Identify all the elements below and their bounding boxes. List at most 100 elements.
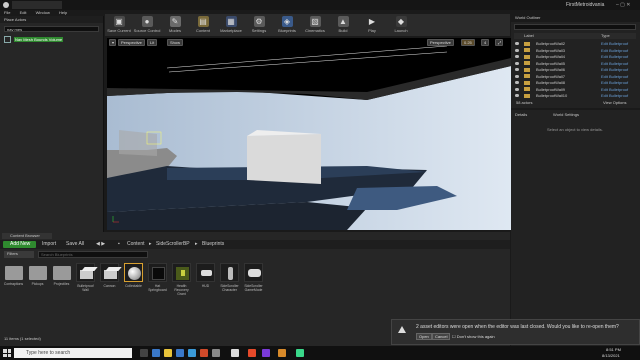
visibility-eye-icon[interactable]	[515, 68, 519, 71]
taskbar-search[interactable]: Type here to search	[14, 348, 132, 358]
visibility-eye-icon[interactable]	[515, 55, 519, 58]
details-tab[interactable]: Details	[515, 112, 527, 117]
menu-edit[interactable]: Edit	[20, 10, 27, 15]
outliner-row-type[interactable]: Edit Bulletproof	[601, 54, 628, 59]
asset-tile[interactable]: Bulletproof Wall	[75, 263, 98, 292]
outliner-row[interactable]: BulletproofWall4 Edit Bulletproof	[514, 54, 636, 60]
toolbar-marketplace-button[interactable]: ▦ Marketplace	[217, 14, 245, 36]
col-label[interactable]: Label	[524, 33, 534, 38]
dont-show-checkbox[interactable]: ☐ Don't show this again	[452, 334, 495, 339]
file-explorer-icon[interactable]	[164, 349, 172, 357]
place-actor-item[interactable]: Nav Mesh Bounds Volume	[4, 36, 99, 43]
windows-start-icon[interactable]	[3, 349, 11, 357]
asset-tile[interactable]: Cannon	[99, 263, 122, 288]
grid-value-button[interactable]: 4	[481, 39, 490, 46]
right-mode-button[interactable]: Perspective	[427, 39, 454, 46]
snap-value-button[interactable]: 0.25	[461, 39, 475, 46]
app-orange-icon[interactable]	[278, 349, 286, 357]
outliner-row[interactable]: BulletproofWall2 Edit Bulletproof	[514, 41, 636, 47]
maximize-icon[interactable]: ⤢	[495, 39, 503, 46]
outliner-row[interactable]: BulletproofWall8 Edit Bulletproof	[514, 80, 636, 86]
outliner-search[interactable]	[514, 24, 636, 30]
outliner-row[interactable]: BulletproofWall3 Edit Bulletproof	[514, 48, 636, 54]
task-view-icon[interactable]	[140, 349, 148, 357]
toolbar-build-button[interactable]: ▲ Build	[329, 14, 357, 36]
asset-tile[interactable]: Hat Springboard	[147, 263, 168, 292]
content-search[interactable]: Search Blueprints	[38, 251, 148, 258]
outliner-row[interactable]: BulletproofWall5 Edit Bulletproof	[514, 61, 636, 67]
path-content[interactable]: Content	[127, 241, 145, 248]
place-actors-search[interactable]: nav mes	[4, 26, 99, 32]
settings-app-icon[interactable]	[212, 349, 220, 357]
level-viewport[interactable]: ▾ Perspective Lit Show Perspective 0.25 …	[107, 38, 511, 230]
outliner-row-type[interactable]: Edit Bulletproof	[601, 93, 628, 98]
lit-button[interactable]: Lit	[147, 39, 158, 46]
open-button[interactable]: Open	[416, 333, 432, 340]
toolbar-modes-button[interactable]: ✎ Modes	[161, 14, 189, 36]
col-type[interactable]: Type	[601, 33, 610, 38]
outliner-row-type[interactable]: Edit Bulletproof	[601, 41, 628, 46]
toolbar-source-control-button[interactable]: ● Source Control	[133, 14, 161, 36]
level-tab[interactable]	[12, 1, 62, 9]
visibility-eye-icon[interactable]	[515, 48, 519, 52]
window-controls-icon[interactable]: ‒ ▢ ✕	[616, 2, 630, 8]
asset-tile[interactable]: Pickups	[27, 263, 48, 286]
add-new-button[interactable]: Add New	[3, 241, 36, 248]
outliner-row[interactable]: BulletproofWall7 Edit Bulletproof	[514, 74, 636, 80]
viewport-options-icon[interactable]: ▾	[109, 39, 116, 46]
mail-icon[interactable]	[188, 349, 196, 357]
store-icon[interactable]	[176, 349, 184, 357]
outliner-row[interactable]: BulletproofWall9 Edit Bulletproof	[514, 87, 636, 93]
outliner-row-type[interactable]: Edit Bulletproof	[601, 87, 628, 92]
outliner-row-type[interactable]: Edit Bulletproof	[601, 80, 628, 85]
app-green-icon[interactable]	[296, 349, 304, 357]
menu-window[interactable]: Window	[36, 10, 50, 15]
app-purple-icon[interactable]	[262, 349, 270, 357]
edge-icon[interactable]	[152, 349, 160, 357]
outliner-row-type[interactable]: Edit Bulletproof	[601, 48, 628, 53]
outliner-row-type[interactable]: Edit Bulletproof	[601, 74, 628, 79]
back-icon[interactable]: ◀ ▶	[96, 241, 105, 248]
asset-tile[interactable]: Contraptions	[3, 263, 24, 286]
toolbar-content-button[interactable]: ▤ Content	[189, 14, 217, 36]
save-all-button[interactable]: Save All	[66, 241, 84, 248]
outliner-row[interactable]: BulletproofWall6 Edit Bulletproof	[514, 67, 636, 73]
outliner-row-type[interactable]: Edit Bulletproof	[601, 67, 628, 72]
path-blueprints[interactable]: Blueprints	[202, 241, 224, 248]
view-options-button[interactable]: View Options	[603, 100, 627, 105]
asset-tile[interactable]: Collectable	[123, 263, 144, 288]
visibility-eye-icon[interactable]	[515, 94, 519, 97]
toolbar-blueprints-button[interactable]: ◈ Blueprints	[273, 14, 301, 36]
world-settings-tab[interactable]: World Settings	[553, 112, 579, 117]
app-red-icon[interactable]	[248, 349, 256, 357]
menu-help[interactable]: Help	[59, 10, 67, 15]
outliner-row[interactable]: BulletproofWall10 Edit Bulletproof	[514, 93, 636, 99]
visibility-eye-icon[interactable]	[515, 61, 519, 65]
office-icon[interactable]	[200, 349, 208, 357]
visibility-eye-icon[interactable]	[515, 87, 519, 91]
cancel-button[interactable]: Cancel	[432, 333, 451, 340]
outliner-row-type[interactable]: Edit Bulletproof	[601, 61, 628, 66]
asset-tile[interactable]: HUD	[195, 263, 216, 288]
show-button[interactable]: Show	[167, 39, 184, 46]
content-browser-tab[interactable]: Content Browser	[2, 233, 52, 239]
details-panel: Details World Settings Select an object …	[511, 110, 640, 346]
visibility-eye-icon[interactable]	[515, 74, 519, 78]
asset-tile[interactable]: SideScroller Character	[219, 263, 240, 292]
import-button[interactable]: Import	[42, 241, 56, 248]
toolbar-settings-button[interactable]: ⚙ Settings	[245, 14, 273, 36]
unreal-taskbar-icon[interactable]	[231, 349, 239, 357]
toolbar-play-button[interactable]: ▶ Play	[357, 14, 387, 36]
asset-tile[interactable]: Projectiles	[51, 263, 72, 286]
toolbar-launch-button[interactable]: ◆ Launch	[387, 14, 415, 36]
asset-tile[interactable]: Health Recovery Grant	[171, 263, 192, 296]
visibility-eye-icon[interactable]	[515, 42, 519, 45]
menu-file[interactable]: File	[4, 10, 10, 15]
perspective-button[interactable]: Perspective	[118, 39, 145, 46]
toolbar-save-button[interactable]: ▣ Save Current	[105, 14, 133, 36]
toolbar-cinematics-button[interactable]: ▧ Cinematics	[301, 14, 329, 36]
path-sidescroller[interactable]: SideScrollerBP	[156, 241, 190, 248]
visibility-eye-icon[interactable]	[515, 81, 519, 84]
asset-tile[interactable]: SideScroller GameMode	[243, 263, 264, 292]
filters-button[interactable]: Filters	[4, 251, 34, 258]
